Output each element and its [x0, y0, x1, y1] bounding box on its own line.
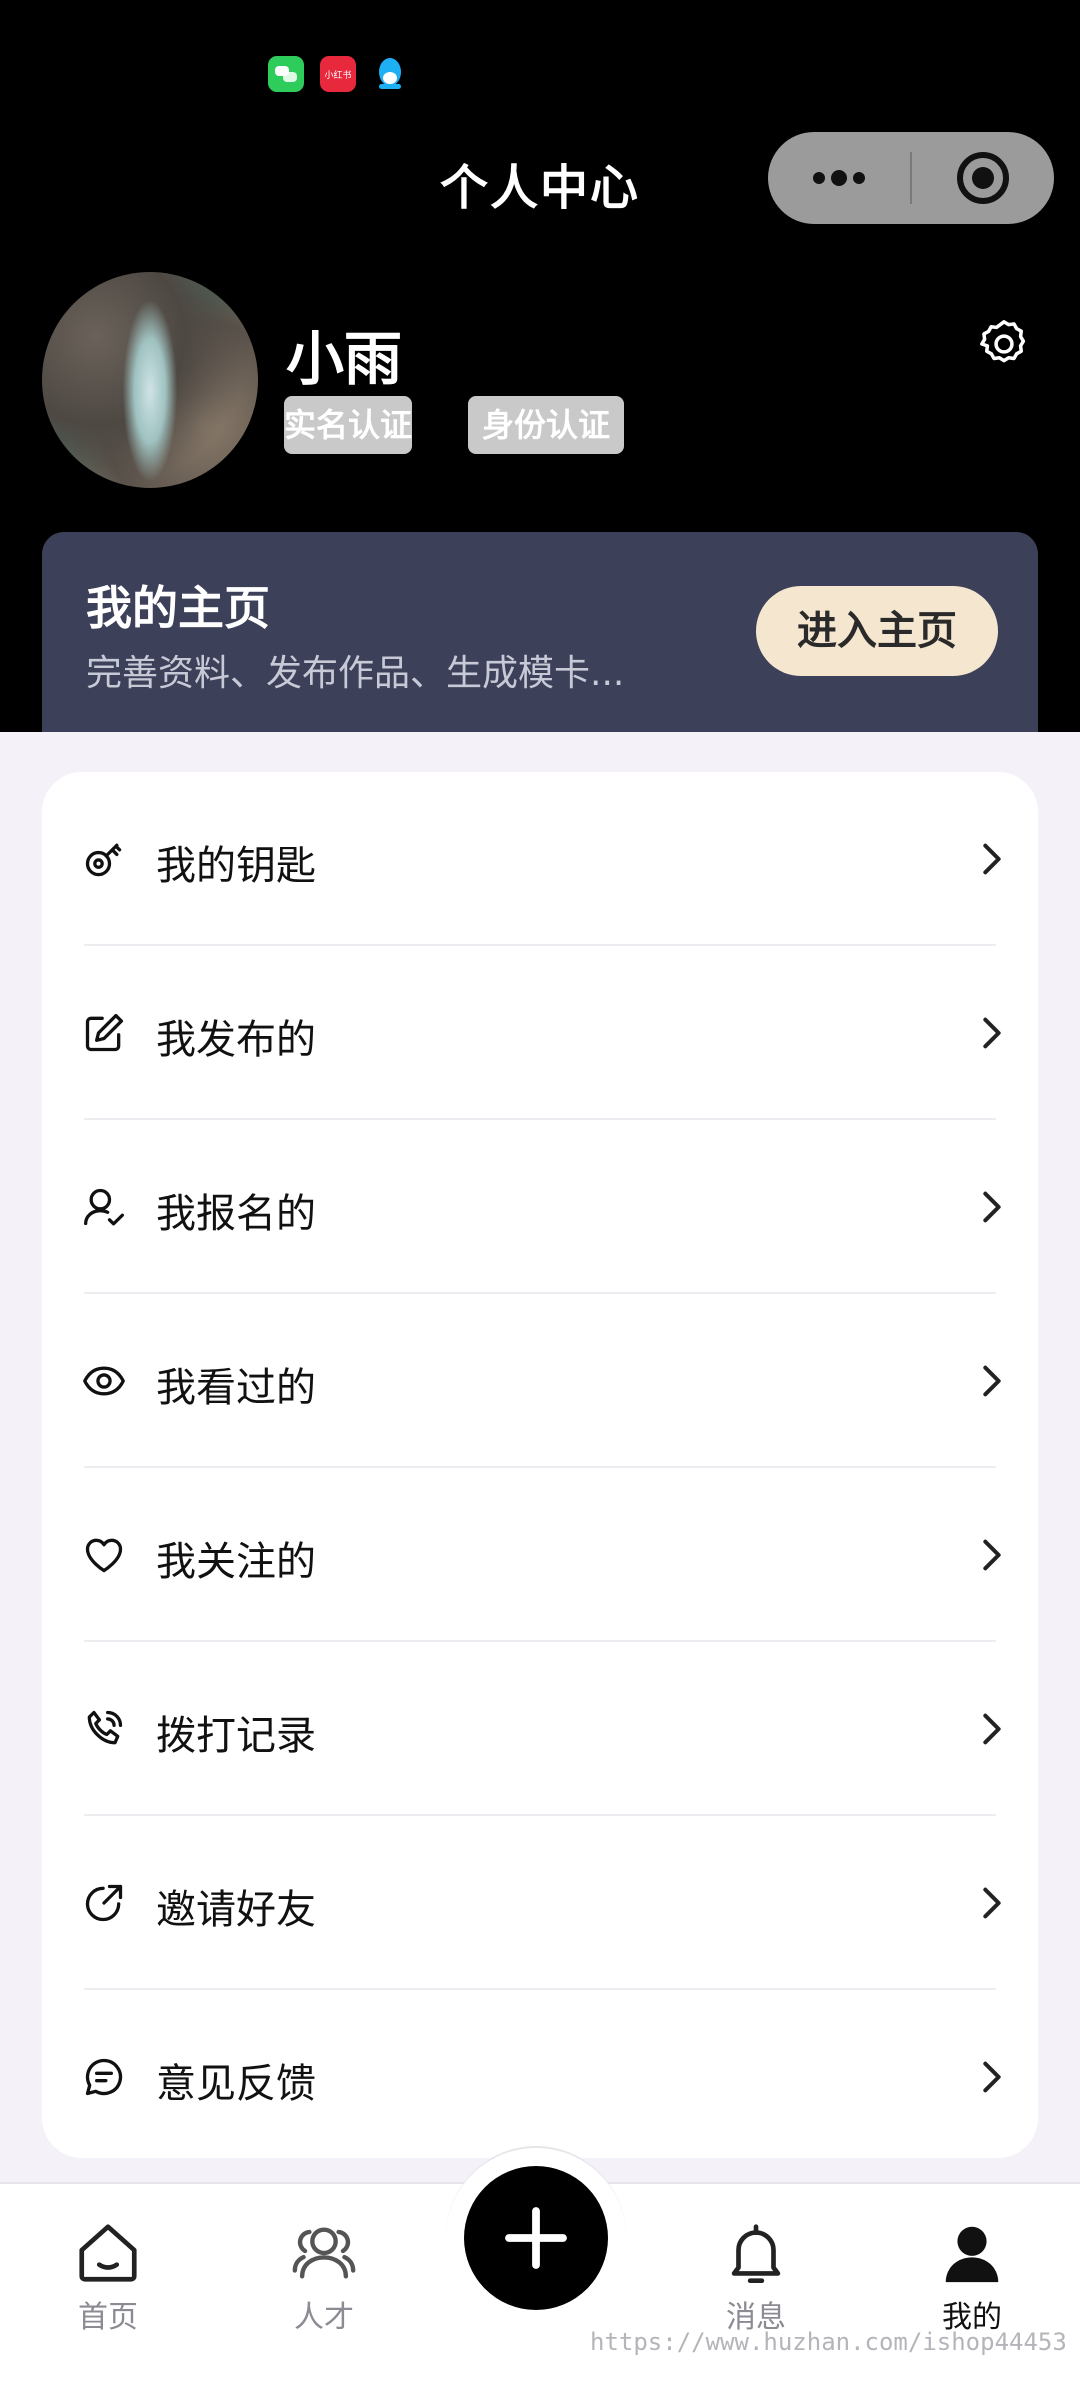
header-area: 小红书 个人中心 小雨 实名认证 身份认证 我的主页 完善资料、发布作品、生成模…: [0, 0, 1080, 732]
chevron-right-icon: [983, 2061, 1001, 2093]
xiaohongshu-notification-icon: 小红书: [320, 56, 356, 92]
bell-icon: [731, 2224, 781, 2284]
username: 小雨: [286, 325, 403, 393]
menu-item-label: 邀请好友: [156, 1887, 316, 1933]
close-button[interactable]: [912, 132, 1054, 224]
user-check-icon: [84, 1188, 124, 1226]
menu-item-label: 我报名的: [156, 1191, 316, 1237]
identity-badge[interactable]: 身份认证: [468, 396, 624, 454]
menu-item-call-records[interactable]: 拨打记录: [42, 1642, 1038, 1816]
wechat-notification-icon: [268, 56, 304, 92]
user-icon: [945, 2226, 999, 2283]
chevron-right-icon: [983, 1887, 1001, 1919]
real-name-badge[interactable]: 实名认证: [284, 396, 412, 454]
tab-home[interactable]: 首页: [28, 2218, 188, 2336]
more-dots-icon: [813, 170, 865, 186]
more-button[interactable]: [768, 132, 910, 224]
menu-item-my-keys[interactable]: 我的钥匙: [42, 772, 1038, 946]
my-homepage-card[interactable]: 我的主页 完善资料、发布作品、生成模卡... 进入主页: [42, 532, 1038, 732]
menu-item-my-registrations[interactable]: 我报名的: [42, 1120, 1038, 1294]
menu-item-label: 我的钥匙: [156, 843, 316, 889]
tab-label: 人才: [294, 2300, 354, 2335]
menu-item-label: 我看过的: [156, 1365, 316, 1411]
edit-icon: [85, 1013, 124, 1052]
qq-notification-icon: [372, 56, 408, 92]
tab-label: 首页: [78, 2300, 138, 2335]
home-icon: [79, 2224, 137, 2282]
heart-icon: [85, 1538, 123, 1573]
menu-item-label: 拨打记录: [156, 1713, 316, 1759]
share-icon: [85, 1884, 123, 1922]
menu-item-feedback[interactable]: 意见反馈: [42, 1990, 1038, 2164]
gear-icon: [980, 320, 1026, 363]
key-icon: [85, 843, 122, 877]
eye-icon: [83, 1366, 125, 1396]
chevron-right-icon: [983, 1365, 1001, 1397]
feedback-icon: [85, 2058, 123, 2096]
menu-item-following[interactable]: 我关注的: [42, 1468, 1038, 1642]
homepage-card-title: 我的主页: [86, 581, 270, 635]
tab-talent[interactable]: 人才: [244, 2218, 404, 2336]
menu-item-label: 意见反馈: [156, 2061, 316, 2107]
homepage-card-subtitle: 完善资料、发布作品、生成模卡...: [86, 653, 625, 694]
status-bar: 小红书: [0, 0, 1080, 120]
people-icon: [292, 2227, 356, 2279]
menu-list: 我的钥匙 我发布的 我报名的 我看过的 我关注的 拨打记录 邀请好友 意见反馈: [42, 772, 1038, 2158]
menu-item-my-posts[interactable]: 我发布的: [42, 946, 1038, 1120]
menu-item-label: 我发布的: [156, 1017, 316, 1063]
chevron-right-icon: [983, 1539, 1001, 1571]
phone-icon: [87, 1710, 123, 1745]
chevron-right-icon: [983, 1191, 1001, 1223]
menu-item-invite-friends[interactable]: 邀请好友: [42, 1816, 1038, 1990]
target-close-icon: [957, 152, 1009, 204]
watermark: https://www.huzhan.com/ishop44453: [590, 2328, 1067, 2356]
menu-item-label: 我关注的: [156, 1539, 316, 1585]
chevron-right-icon: [983, 1713, 1001, 1745]
tab-mine[interactable]: 我的: [892, 2218, 1052, 2336]
settings-button[interactable]: [976, 316, 1032, 372]
chevron-right-icon: [983, 1017, 1001, 1049]
enter-homepage-button[interactable]: 进入主页: [756, 586, 998, 676]
miniprogram-capsule: [768, 132, 1054, 224]
menu-item-viewed[interactable]: 我看过的: [42, 1294, 1038, 1468]
tab-messages[interactable]: 消息: [676, 2218, 836, 2336]
avatar[interactable]: [42, 272, 258, 488]
plus-icon: [505, 2207, 567, 2269]
publish-button[interactable]: [464, 2166, 608, 2310]
chevron-right-icon: [983, 843, 1001, 875]
